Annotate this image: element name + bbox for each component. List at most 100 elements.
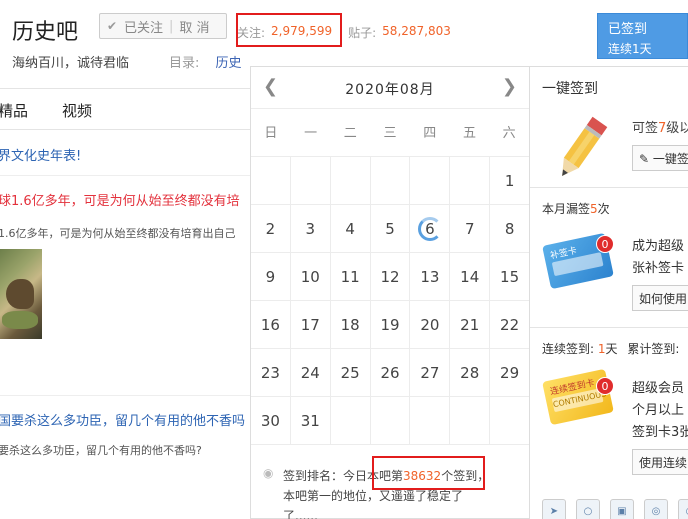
calendar-day-number: 27 <box>420 363 440 382</box>
forum-name[interactable]: 历史吧 <box>12 14 78 46</box>
calendar-day-number: 7 <box>464 219 475 238</box>
thread-title[interactable]: 界文化史年表! <box>0 145 81 164</box>
calendar-day[interactable]: 14 <box>450 253 491 301</box>
calendar-day-number: 19 <box>380 315 400 334</box>
panel-title: 一键签到 <box>542 81 598 97</box>
calendar-day[interactable]: 20 <box>410 301 451 349</box>
divider <box>0 395 250 396</box>
calendar-day-number: 25 <box>340 363 360 382</box>
chevron-right-icon[interactable]: ❯ <box>502 76 517 97</box>
calendar-day-number: 29 <box>500 363 520 382</box>
calendar-day[interactable]: 15 <box>490 253 530 301</box>
calendar-day[interactable]: 12 <box>370 253 411 301</box>
calendar-day[interactable]: 1 <box>490 157 530 205</box>
use-streak-card-button[interactable]: 使用连续 <box>632 449 688 475</box>
calendar-empty-cell <box>410 397 451 445</box>
calendar-day[interactable]: 13 <box>410 253 451 301</box>
catalog-link[interactable]: 历史 <box>216 56 242 71</box>
streak-days: 1 <box>597 342 606 356</box>
calendar-day[interactable]: 21 <box>450 301 491 349</box>
onekey-sign-label: 一键签 <box>652 152 688 166</box>
calendar-day[interactable]: 27 <box>410 349 451 397</box>
calendar-day[interactable]: 28 <box>450 349 491 397</box>
calendar-day-number: 17 <box>300 315 320 334</box>
rank-line: 了...... <box>283 509 318 519</box>
weekday-label: 一 <box>304 126 318 141</box>
page: 历史吧 ✔ 已关注 | 取 消 关注: 2,979,599 贴子: 58,287… <box>0 0 688 519</box>
can-sign-text: 可签7级以 <box>632 117 688 136</box>
how-to-use-button[interactable]: 如何使用 <box>632 285 688 311</box>
calendar-day[interactable]: 24 <box>290 349 331 397</box>
calendar-empty-cell <box>490 397 530 445</box>
calendar-day[interactable]: 31 <box>290 397 331 445</box>
calendar-day[interactable]: 7 <box>450 205 491 253</box>
signin-button[interactable]: 已签到 连续1天 <box>597 13 688 59</box>
app-icon-3[interactable]: ▣ <box>610 499 634 519</box>
bottom-icon-row: ➤ ○ ▣ ◎ ◎ <box>542 499 688 519</box>
calendar-day-number: 8 <box>504 219 515 238</box>
calendar-day-number: 15 <box>500 267 520 286</box>
follow-toggle[interactable]: ✔ 已关注 | 取 消 <box>99 13 227 39</box>
app-icon-2[interactable]: ○ <box>576 499 600 519</box>
calendar-day-number: 12 <box>380 267 400 286</box>
streak-text: 签到卡3张 <box>632 425 688 440</box>
posts-stat: 贴子: 58,287,803 <box>348 24 451 41</box>
thread-title[interactable]: 国要杀这么多功臣，留几个有用的他不香吗 <box>0 410 245 429</box>
calendar-month: 2020年08月 <box>345 82 435 98</box>
thread-title[interactable]: 球1.6亿多年，可是为何从始至终都没有培 <box>0 190 240 209</box>
tab-featured[interactable]: 精品 <box>0 100 28 121</box>
calendar-empty-cell <box>410 157 451 205</box>
calendar-day[interactable]: 6 <box>410 205 451 253</box>
calendar-day[interactable]: 5 <box>370 205 411 253</box>
can-sign-prefix: 可签 <box>632 121 659 136</box>
calendar-day[interactable]: 10 <box>290 253 331 301</box>
calendar-day[interactable]: 29 <box>490 349 530 397</box>
pencil-small-icon: ✎ <box>639 152 650 166</box>
unfollow-button[interactable]: 取 消 <box>179 17 209 36</box>
follow-status: 已关注 <box>124 20 164 36</box>
calendar-day[interactable]: 16 <box>251 301 291 349</box>
calendar-day[interactable]: 4 <box>330 205 371 253</box>
app-icon-1[interactable]: ➤ <box>542 499 566 519</box>
separator: | <box>169 18 174 34</box>
streak-stats: 连续签到: 1天 累计签到: <box>542 340 679 357</box>
can-sign-suffix: 级以 <box>666 121 688 136</box>
calendar-day-number: 11 <box>340 267 360 286</box>
calendar-day[interactable]: 25 <box>330 349 371 397</box>
highlight-box-follow <box>236 13 342 47</box>
posts-label: 贴子: <box>348 26 377 40</box>
calendar-day[interactable]: 8 <box>490 205 530 253</box>
calendar-day[interactable]: 11 <box>330 253 371 301</box>
weekday-header: 日 一 二 三 四 五 六 <box>251 110 529 157</box>
calendar-day-number: 9 <box>265 267 276 286</box>
thread-excerpt: 要杀这么多功臣，留几个有用的他不香吗? <box>0 444 202 457</box>
calendar-day[interactable]: 18 <box>330 301 371 349</box>
calendar-empty-cell <box>251 157 291 205</box>
section-divider <box>530 187 688 188</box>
calendar-day[interactable]: 9 <box>251 253 291 301</box>
catalog-label: 目录: <box>169 56 200 71</box>
calendar-day[interactable]: 23 <box>251 349 291 397</box>
tab-video[interactable]: 视频 <box>62 100 92 121</box>
app-icon-5[interactable]: ◎ <box>678 499 688 519</box>
weekday-label: 三 <box>383 126 397 141</box>
calendar-empty-cell <box>370 157 411 205</box>
calendar-day[interactable]: 22 <box>490 301 530 349</box>
calendar-day[interactable]: 2 <box>251 205 291 253</box>
calendar-week-row: 23 24 25 26 27 28 29 <box>251 349 530 397</box>
calendar-day[interactable]: 26 <box>370 349 411 397</box>
onekey-sign-button[interactable]: ✎ 一键签 <box>632 145 688 171</box>
app-icon-4[interactable]: ◎ <box>644 499 668 519</box>
calendar-empty-cell <box>450 157 491 205</box>
calendar-day-number: 10 <box>300 267 320 286</box>
calendar-day-number: 3 <box>305 219 316 238</box>
calendar-day[interactable]: 30 <box>251 397 291 445</box>
highlight-box-rank <box>372 456 485 490</box>
calendar-day-number: 1 <box>504 171 515 190</box>
calendar-day-number: 28 <box>460 363 480 382</box>
calendar-day[interactable]: 19 <box>370 301 411 349</box>
calendar-day[interactable]: 17 <box>290 301 331 349</box>
calendar-day[interactable]: 3 <box>290 205 331 253</box>
thread-thumbnail[interactable] <box>0 249 42 339</box>
calendar-empty-cell <box>370 397 411 445</box>
